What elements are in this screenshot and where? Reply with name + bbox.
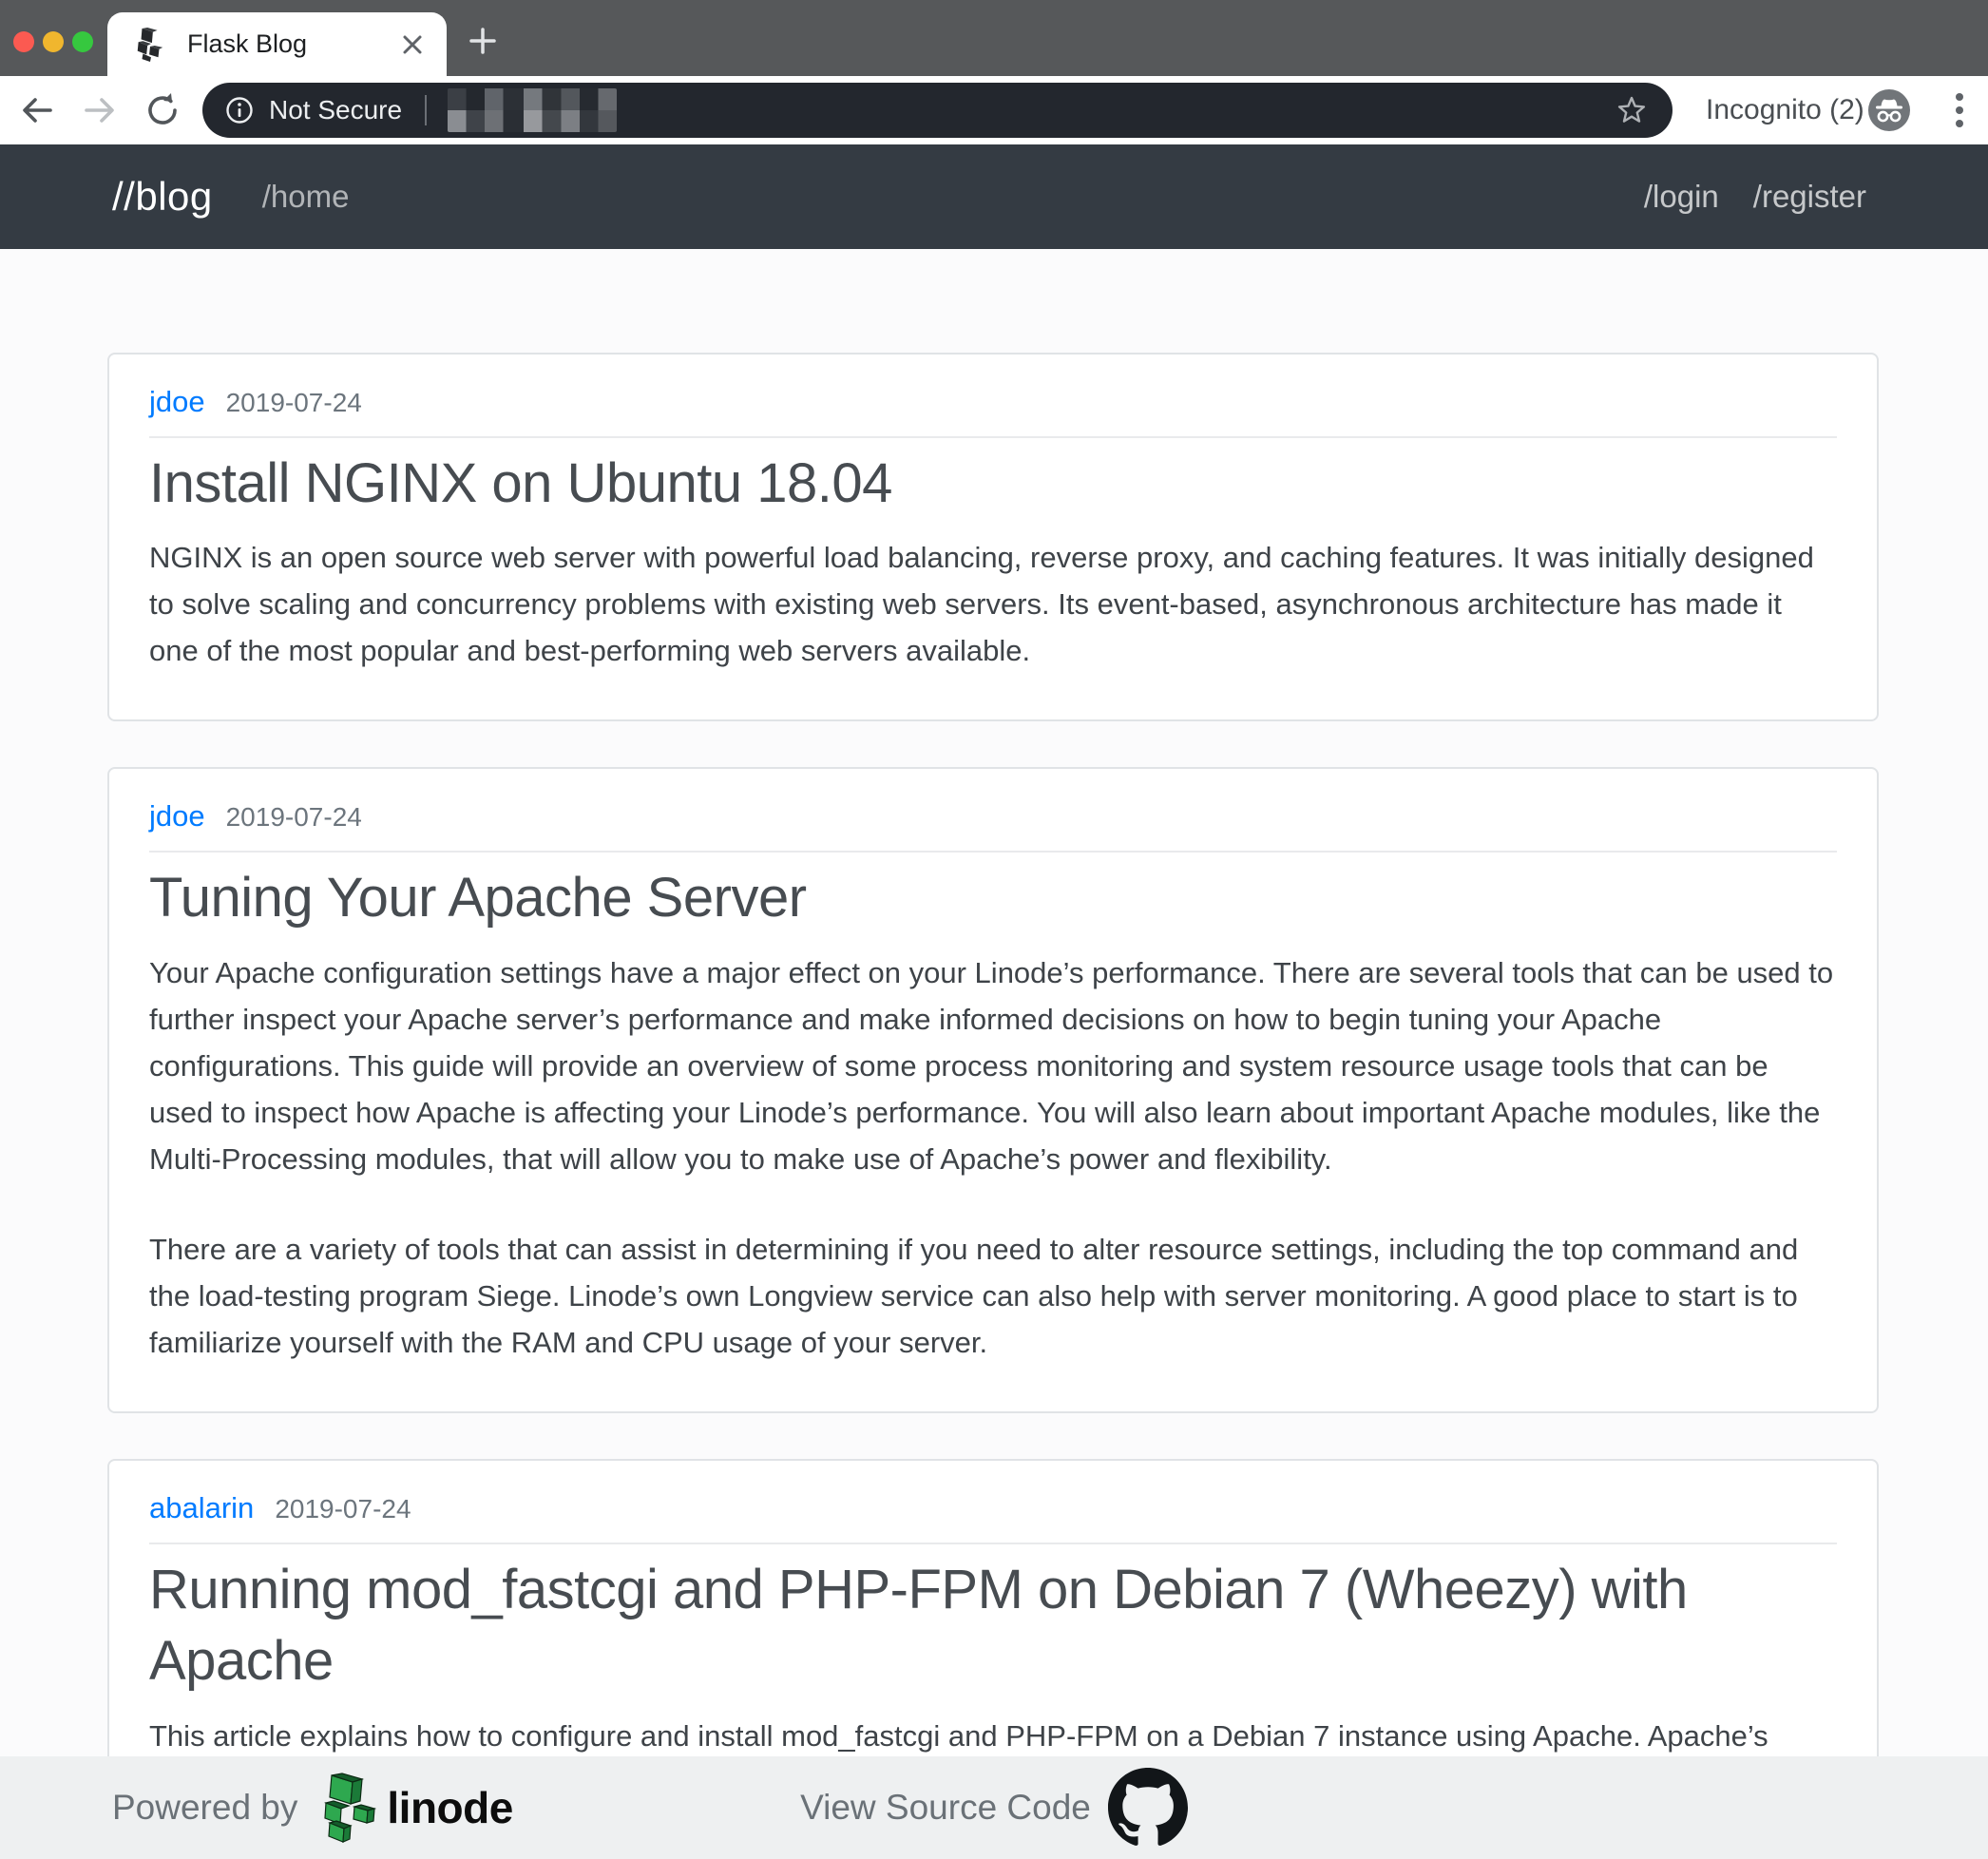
post-divider	[149, 1543, 1837, 1544]
view-source-label: View Source Code	[800, 1788, 1091, 1828]
incognito-icon	[1868, 89, 1910, 131]
security-status-label: Not Secure	[269, 95, 402, 125]
fullscreen-window-button[interactable]	[72, 31, 93, 52]
post-card: jdoe 2019-07-24 Install NGINX on Ubuntu …	[107, 353, 1879, 721]
tab-close-icon[interactable]	[399, 31, 426, 58]
navbar-brand[interactable]: //blog	[112, 174, 213, 220]
window-controls	[13, 31, 93, 52]
post-meta: jdoe 2019-07-24	[149, 794, 1837, 834]
minimize-window-button[interactable]	[43, 31, 64, 52]
post-paragraph: Your Apache configuration settings have …	[149, 949, 1837, 1182]
post-paragraph: NGINX is an open source web server with …	[149, 534, 1837, 674]
urlbar-divider	[425, 95, 427, 125]
kebab-menu-icon	[1955, 91, 1964, 129]
post-date: 2019-07-24	[275, 1494, 411, 1524]
post-meta: abalarin 2019-07-24	[149, 1485, 1837, 1525]
post-author-link[interactable]: jdoe	[149, 385, 205, 419]
redacted-url	[448, 88, 617, 132]
navbar-left-links: /home	[262, 179, 350, 215]
nav-link-home[interactable]: /home	[262, 179, 350, 215]
post-list: jdoe 2019-07-24 Install NGINX on Ubuntu …	[0, 249, 1988, 1756]
tab-strip: Flask Blog	[0, 0, 1988, 76]
forward-button[interactable]	[80, 90, 120, 130]
info-icon[interactable]	[225, 96, 254, 125]
back-button[interactable]	[17, 90, 57, 130]
incognito-label: Incognito (2)	[1706, 76, 1864, 144]
page-content: jdoe 2019-07-24 Install NGINX on Ubuntu …	[0, 249, 1988, 1756]
post-title: Install NGINX on Ubuntu 18.04	[149, 448, 1837, 519]
nav-link-login[interactable]: /login	[1644, 179, 1719, 215]
back-arrow-icon	[18, 91, 56, 129]
github-icon	[1108, 1768, 1188, 1848]
post-date: 2019-07-24	[226, 388, 362, 418]
post-title: Tuning Your Apache Server	[149, 862, 1837, 933]
plus-icon	[466, 24, 500, 58]
post-title: Running mod_fastcgi and PHP-FPM on Debia…	[149, 1554, 1837, 1697]
post-card: jdoe 2019-07-24 Tuning Your Apache Serve…	[107, 767, 1879, 1412]
post-author-link[interactable]: jdoe	[149, 799, 205, 834]
page-footer: Powered by	[0, 1756, 1988, 1859]
nav-link-register[interactable]: /register	[1753, 179, 1866, 215]
reload-button[interactable]	[143, 90, 182, 130]
reload-icon	[143, 91, 182, 129]
forward-arrow-icon	[81, 91, 119, 129]
tab-title: Flask Blog	[187, 29, 399, 59]
post-body: NGINX is an open source web server with …	[149, 534, 1837, 674]
close-window-button[interactable]	[13, 31, 34, 52]
bookmark-star-icon[interactable]	[1615, 94, 1648, 126]
post-divider	[149, 851, 1837, 853]
navbar-right-links: /login /register	[1644, 179, 1866, 215]
tab-favicon-icon	[134, 28, 166, 62]
site-navbar: //blog /home /login /register	[0, 144, 1988, 249]
browser-menu-button[interactable]	[1939, 89, 1980, 131]
browser-toolbar: Not Secure Incognito (2)	[0, 76, 1988, 144]
post-author-link[interactable]: abalarin	[149, 1491, 254, 1525]
browser-window: Flask Blog	[0, 0, 1988, 1859]
post-paragraph: There are a variety of tools that can as…	[149, 1226, 1837, 1366]
post-divider	[149, 436, 1837, 438]
post-meta: jdoe 2019-07-24	[149, 379, 1837, 419]
view-source-group[interactable]: View Source Code	[0, 1756, 1988, 1859]
address-bar[interactable]: Not Secure	[202, 83, 1673, 138]
post-body: Your Apache configuration settings have …	[149, 949, 1837, 1366]
post-card: abalarin 2019-07-24 Running mod_fastcgi …	[107, 1459, 1879, 1756]
post-date: 2019-07-24	[226, 802, 362, 833]
new-tab-button[interactable]	[462, 20, 504, 62]
post-paragraph: This article explains how to configure a…	[149, 1713, 1837, 1756]
post-body: This article explains how to configure a…	[149, 1713, 1837, 1756]
browser-tab[interactable]: Flask Blog	[107, 12, 447, 76]
